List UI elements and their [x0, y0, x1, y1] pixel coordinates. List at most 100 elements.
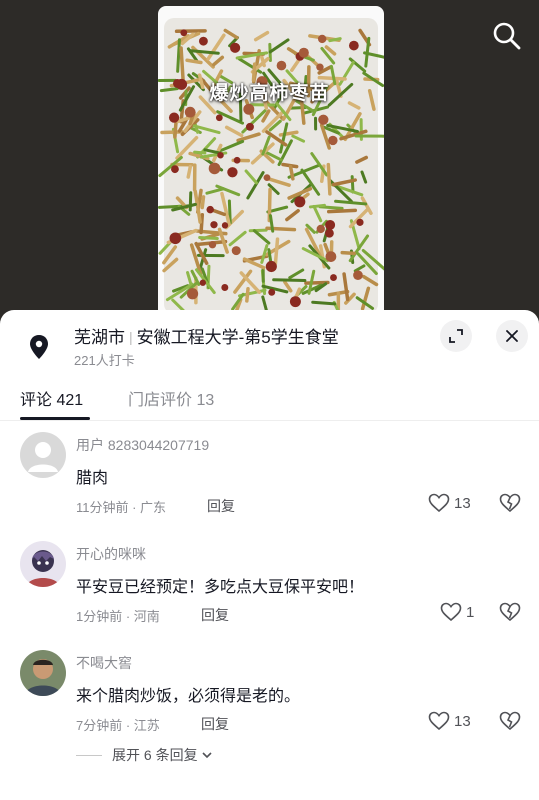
expand-button[interactable] [440, 320, 472, 352]
jujube-piece [230, 42, 241, 53]
broken-heart-icon [499, 493, 521, 513]
location-place: 安徽工程大学-第5学生食堂 [136, 328, 339, 347]
avatar[interactable] [20, 650, 66, 696]
meat-strip [283, 280, 293, 293]
jujube-piece [263, 174, 271, 181]
meat-strip [173, 122, 178, 139]
jujube-piece [294, 196, 306, 208]
jujube-piece [221, 222, 229, 229]
avatar[interactable] [20, 432, 66, 478]
jujube-piece [328, 135, 338, 146]
jujube-piece [268, 288, 276, 296]
comment-text: 来个腊肉炒饭，必须得是老的。 [76, 688, 301, 705]
close-button[interactable] [496, 320, 528, 352]
chevron-down-icon [202, 752, 212, 759]
jujube-piece [330, 274, 337, 282]
broken-heart-icon [499, 711, 521, 731]
meat-strip [206, 33, 226, 61]
expand-replies-button[interactable]: 展开 6 条回复 [76, 745, 213, 765]
food-image [158, 6, 384, 320]
jujube-piece [210, 221, 218, 229]
garlic-sprout-strip [353, 264, 366, 273]
expand-icon [449, 329, 463, 343]
active-tab-indicator [20, 417, 90, 420]
heart-icon [428, 711, 450, 731]
comment-username[interactable]: 用户 8283044207719 [76, 435, 209, 455]
dislike-button[interactable] [499, 493, 521, 518]
comment-username[interactable]: 不喝大窖 [76, 653, 132, 673]
jujube-piece [184, 106, 196, 118]
jujube-piece [317, 34, 327, 44]
meat-strip [326, 162, 332, 196]
search-icon[interactable] [491, 20, 523, 52]
comment-tabs: 评论 421 门店评价 13 [0, 382, 539, 421]
like-count: 13 [454, 494, 471, 512]
meat-strip [288, 164, 295, 181]
meat-strip [355, 155, 369, 164]
garlic-sprout-strip [291, 134, 306, 143]
reply-button[interactable]: 回复 [207, 496, 235, 516]
garlic-sprout-strip [252, 229, 271, 245]
garlic-sprout-strip [268, 38, 290, 54]
jujube-piece [316, 63, 324, 71]
meat-strip [200, 195, 206, 210]
video-player[interactable]: 爆炒高柿枣苗 [0, 0, 539, 320]
jujube-piece [233, 156, 241, 164]
dislike-button[interactable] [499, 711, 521, 736]
garlic-sprout-strip [361, 248, 384, 271]
jujube-piece [353, 270, 363, 281]
garlic-sprout-strip [328, 37, 342, 43]
comment-text: 平安豆已经预定！多吃点大豆保平安吧！ [76, 579, 365, 596]
meat-strip [253, 30, 270, 42]
tab-store-reviews[interactable]: 门店评价 13 [128, 386, 214, 410]
jujube-piece [169, 232, 182, 245]
dislike-button[interactable] [499, 602, 521, 627]
like-count: 13 [454, 712, 471, 730]
jujube-piece [349, 40, 359, 51]
jujube-piece [276, 60, 287, 71]
stir-fry-illustration [158, 28, 384, 320]
like-button[interactable]: 13 [428, 493, 471, 513]
garlic-sprout-strip [198, 235, 219, 240]
jujube-piece [298, 47, 309, 58]
avatar[interactable] [20, 541, 66, 587]
jujube-piece [208, 162, 221, 175]
garlic-sprout-strip [272, 278, 307, 282]
location-pin-icon [24, 332, 54, 362]
meat-strip [326, 208, 358, 214]
jujube-piece [289, 296, 301, 308]
broken-heart-icon [499, 602, 521, 622]
garlic-sprout-strip [244, 169, 258, 185]
jujube-piece [231, 246, 241, 256]
comment-sheet: 芜湖市 | 安徽工程大学-第5学生食堂 221人打卡 评论 421 门店评价 13 … [0, 310, 539, 800]
heart-icon [440, 602, 462, 622]
meat-strip [220, 191, 231, 227]
location-title[interactable]: 芜湖市 | 安徽工程大学-第5学生食堂 [74, 323, 339, 348]
jujube-piece [324, 228, 334, 238]
jujube-piece [217, 151, 224, 159]
jujube-piece [171, 165, 179, 174]
jujube-piece [198, 36, 208, 46]
jujube-piece [265, 260, 277, 273]
comment-username[interactable]: 开心的咪咪 [76, 544, 146, 564]
jujube-piece [325, 251, 337, 262]
jujube-piece [206, 205, 214, 214]
garlic-sprout-strip [218, 139, 245, 153]
checkin-count: 221人打卡 [74, 353, 135, 368]
comment-text: 腊肉 [76, 470, 109, 487]
reply-button[interactable]: 回复 [201, 714, 229, 734]
like-button[interactable]: 13 [428, 711, 471, 731]
like-button[interactable]: 1 [440, 602, 474, 622]
garlic-sprout-strip [360, 170, 368, 184]
jujube-piece [316, 224, 325, 234]
meat-strip [223, 28, 239, 40]
reply-button[interactable]: 回复 [201, 605, 229, 625]
tab-comments[interactable]: 评论 421 [20, 386, 83, 410]
garlic-sprout-strip [312, 204, 323, 223]
jujube-piece [199, 279, 207, 286]
garlic-sprout-strip [288, 268, 305, 280]
jujube-piece [356, 218, 364, 226]
divider-line [76, 754, 102, 756]
garlic-sprout-strip [188, 191, 193, 212]
meat-strip [273, 237, 280, 266]
